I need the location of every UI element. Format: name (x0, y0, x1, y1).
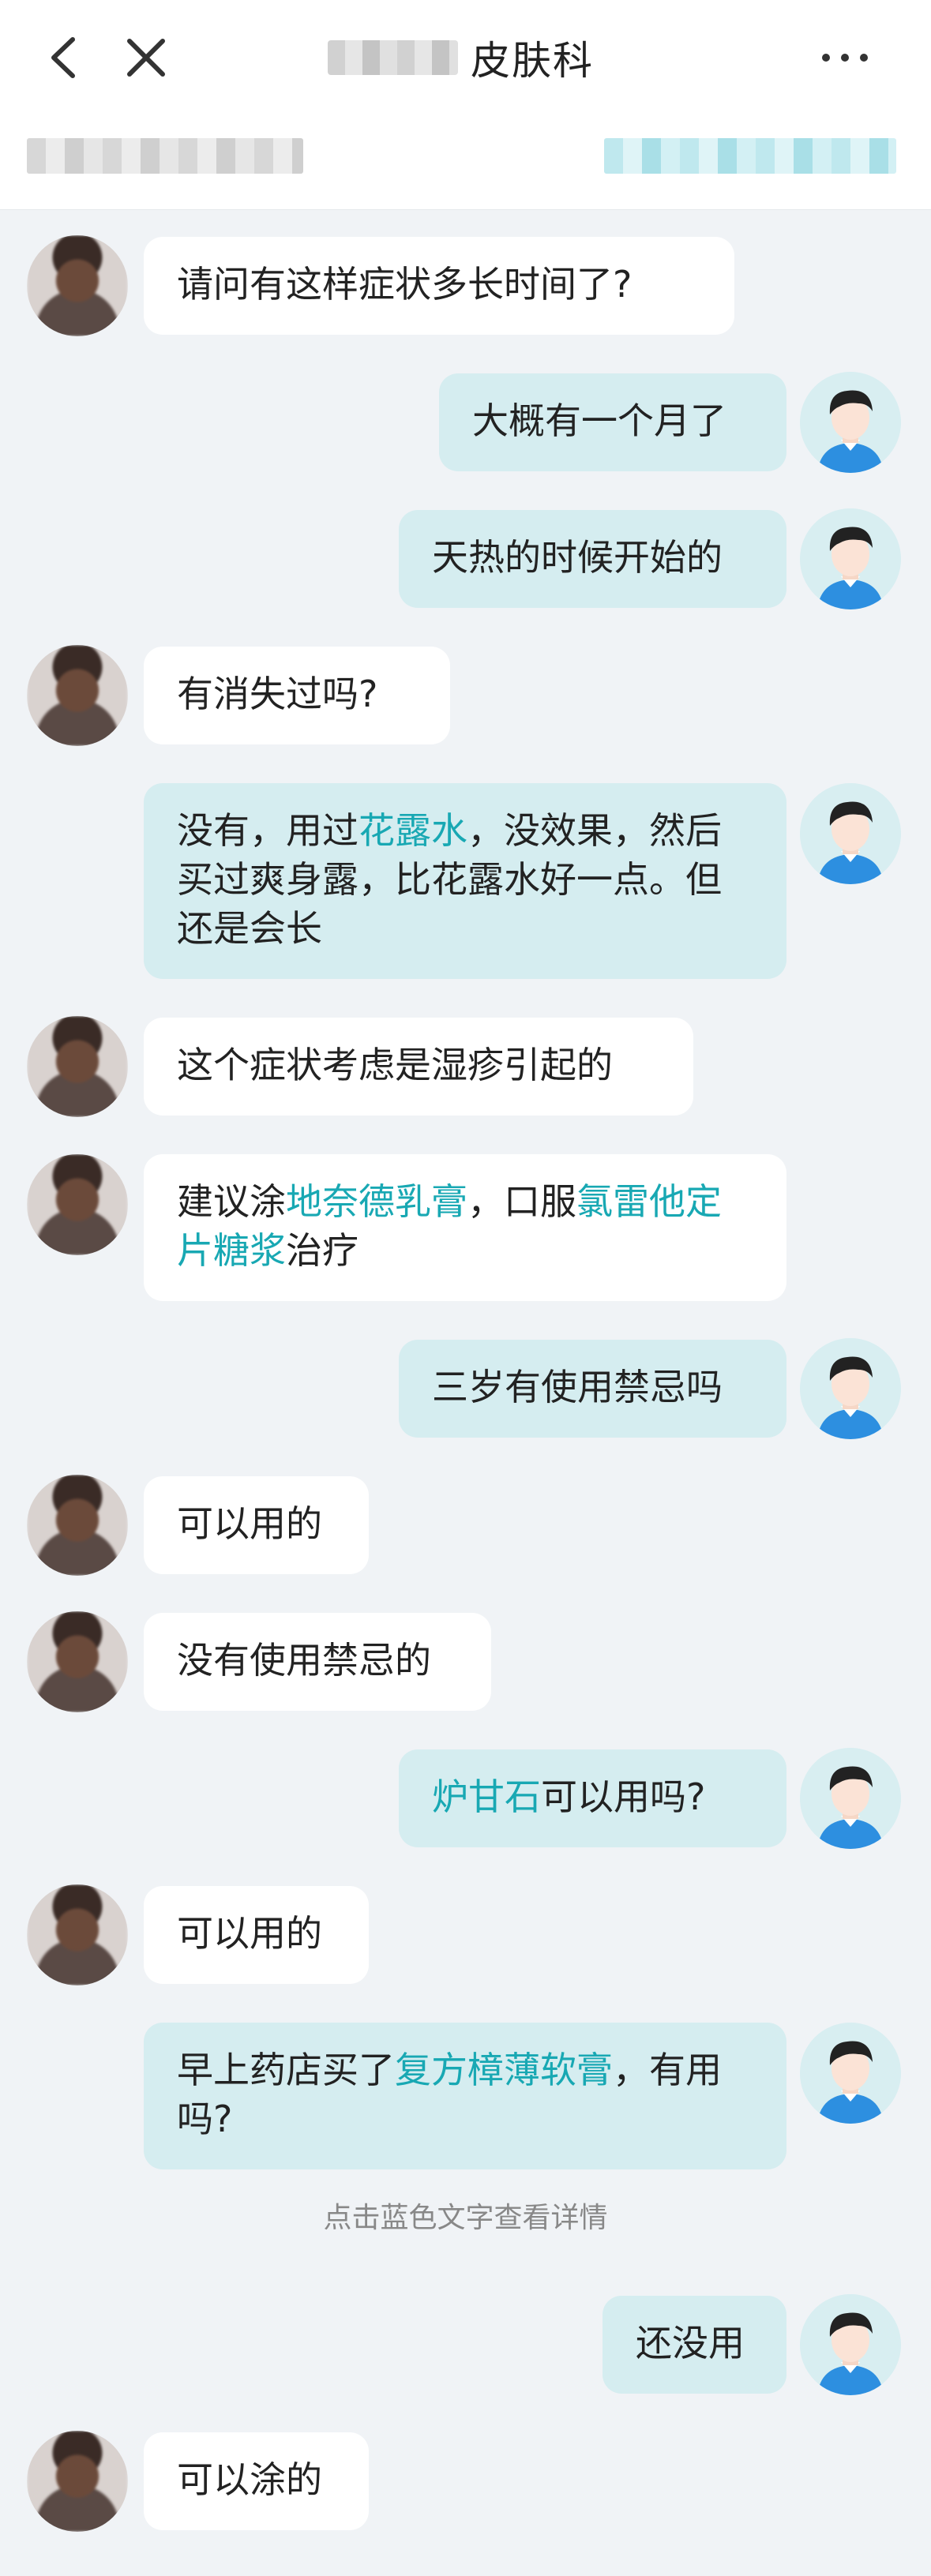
doctor-info-bar (0, 114, 931, 210)
message-bubble[interactable]: 没有，用过花露水，没效果，然后买过爽身露，比花露水好一点。但还是会长 (144, 783, 786, 979)
message-text: 早上药店买了 (177, 2049, 395, 2091)
message-text: ，口服 (467, 1180, 576, 1223)
medicine-link[interactable]: 炉甘石 (432, 1775, 541, 1818)
back-button[interactable] (41, 30, 88, 85)
user-avatar[interactable] (800, 1748, 901, 1849)
close-icon (127, 39, 165, 77)
message-bubble[interactable]: 可以涂的 (144, 2432, 369, 2530)
more-horizontal-icon (822, 54, 868, 62)
message-bubble[interactable]: 炉甘石可以用吗? (399, 1749, 786, 1847)
message-text: 这个症状考虑是湿疹引起的 (177, 1044, 613, 1086)
message-bubble[interactable]: 请问有这样症状多长时间了? (144, 237, 734, 335)
top-bar: 皮肤科 (0, 0, 931, 114)
message-text: 可以用的 (177, 1912, 322, 1955)
user-avatar[interactable] (800, 372, 901, 473)
medicine-link[interactable]: 地奈德乳膏 (286, 1180, 467, 1223)
message-text: 可以用的 (177, 1502, 322, 1545)
more-button[interactable] (813, 38, 877, 77)
redacted-hospital-name (328, 40, 458, 75)
message-text: 有消失过吗? (177, 673, 378, 715)
message-bubble[interactable]: 可以用的 (144, 1886, 369, 1984)
hint-text: 点击蓝色文字查看详情 (323, 2202, 608, 2234)
doctor-avatar[interactable] (27, 1475, 128, 1576)
message-bubble[interactable]: 建议涂地奈德乳膏，口服氯雷他定片糖浆治疗 (144, 1154, 786, 1301)
redacted-doctor-info (27, 138, 303, 174)
message-text: 可以用吗? (541, 1775, 706, 1818)
medicine-link[interactable]: 复方樟薄软膏 (395, 2049, 613, 2091)
message-bubble[interactable]: 大概有一个月了 (439, 373, 786, 471)
doctor-avatar[interactable] (27, 235, 128, 336)
medicine-link[interactable]: 花露水 (359, 809, 467, 852)
user-avatar[interactable] (800, 2023, 901, 2124)
department-title: 皮肤科 (471, 38, 594, 84)
chevron-left-icon (51, 37, 75, 78)
page-title: 皮肤科 (328, 30, 594, 85)
message-text: 天热的时候开始的 (432, 536, 723, 579)
message-text: 没有，用过 (177, 809, 359, 852)
message-bubble[interactable]: 没有使用禁忌的 (144, 1613, 491, 1711)
doctor-avatar[interactable] (27, 1154, 128, 1255)
message-bubble[interactable]: 三岁有使用禁忌吗 (399, 1340, 786, 1438)
doctor-avatar[interactable] (27, 1611, 128, 1712)
user-avatar[interactable] (800, 1338, 901, 1439)
message-bubble[interactable]: 可以用的 (144, 1476, 369, 1574)
user-avatar[interactable] (800, 783, 901, 884)
message-text: 请问有这样症状多长时间了? (177, 263, 633, 306)
message-text: 建议涂 (177, 1180, 286, 1223)
doctor-avatar[interactable] (27, 2431, 128, 2532)
message-bubble[interactable]: 有消失过吗? (144, 647, 450, 744)
close-button[interactable] (118, 30, 174, 85)
message-bubble[interactable]: 天热的时候开始的 (399, 510, 786, 608)
doctor-avatar[interactable] (27, 1016, 128, 1117)
message-text: 三岁有使用禁忌吗 (432, 1366, 723, 1408)
message-text: 可以涂的 (177, 2458, 322, 2501)
message-bubble[interactable]: 还没用 (603, 2296, 786, 2394)
message-text: 没有使用禁忌的 (177, 1639, 431, 1682)
user-avatar[interactable] (800, 2294, 901, 2395)
redacted-doctor-tags[interactable] (604, 138, 896, 174)
message-bubble[interactable]: 这个症状考虑是湿疹引起的 (144, 1018, 693, 1116)
message-bubble[interactable]: 早上药店买了复方樟薄软膏，有用吗? (144, 2023, 786, 2169)
doctor-avatar[interactable] (27, 1884, 128, 1985)
message-text: 还没用 (636, 2322, 745, 2364)
user-avatar[interactable] (800, 508, 901, 609)
message-text: 大概有一个月了 (472, 399, 726, 442)
message-text: 治疗 (286, 1229, 359, 1272)
doctor-avatar[interactable] (27, 645, 128, 746)
